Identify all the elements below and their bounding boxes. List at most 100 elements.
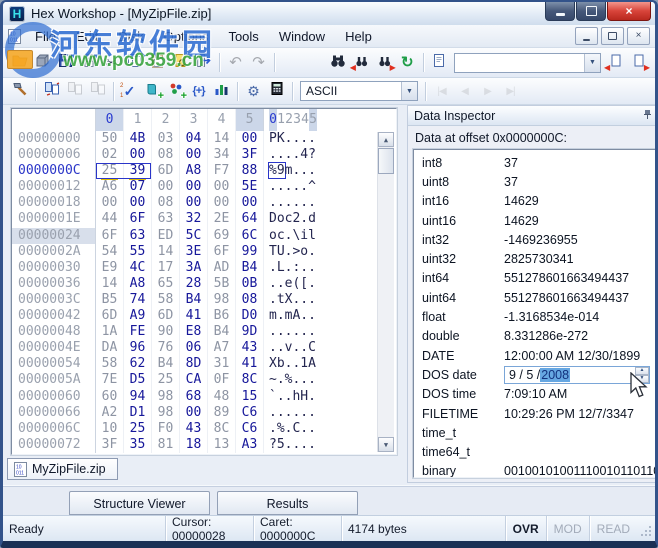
byte-cell[interactable]: 03 [152,131,180,148]
byte-cell[interactable]: 1A [96,324,124,341]
address-cell[interactable]: 0000005A [12,372,96,389]
menu-item-window[interactable]: Window [269,27,335,46]
ascii-cell[interactable]: .....^ [263,179,316,196]
spin-up-button[interactable]: ▲ [635,366,649,375]
find-previous-button[interactable]: ◀ [350,52,373,74]
close-button[interactable]: × [607,2,651,21]
byte-cell[interactable]: 39 [123,163,152,181]
byte-cell[interactable]: D0 [236,308,264,325]
ascii-cell[interactable]: `..hH. [263,388,316,405]
byte-cell[interactable]: 43 [236,340,264,357]
ascii-cell[interactable]: PK.... [263,131,316,148]
compare-button[interactable] [40,80,63,102]
byte-cell[interactable]: 65 [152,275,180,292]
byte-cell[interactable]: 3F [236,147,264,164]
byte-cell[interactable]: E9 [96,259,124,276]
ascii-cell[interactable]: oc.\il [263,227,316,244]
byte-cell[interactable]: 6D [96,308,124,325]
address-cell[interactable]: 0000002A [12,243,96,260]
byte-cell[interactable]: 00 [152,179,180,196]
byte-cell[interactable]: 00 [180,179,208,196]
byte-cell[interactable]: 35 [124,436,152,453]
byte-cell[interactable]: 63 [152,211,180,228]
dos-date-editor[interactable]: 9 / 5 /2008 ▲ ▼ [504,365,650,384]
byte-cell[interactable]: 34 [208,147,236,164]
byte-cell[interactable]: D1 [124,404,152,421]
byte-cell[interactable]: 31 [208,356,236,373]
byte-cell[interactable]: B4 [180,291,208,309]
byte-cell[interactable]: 41 [180,308,208,325]
document-tab[interactable]: 10 011 MyZipFile.zip [7,458,118,481]
byte-cell[interactable]: 02 [96,147,124,164]
ascii-cell[interactable]: Doc2.d [263,211,316,228]
byte-cell[interactable]: 18 [180,436,208,453]
hex-column-header[interactable]: 3 [180,109,208,131]
byte-cell[interactable]: 00 [180,404,208,421]
byte-cell[interactable]: 07 [124,179,152,196]
checksum-button[interactable]: ✓ 2 1 [118,80,141,102]
byte-cell[interactable]: ED [152,227,180,244]
byte-cell[interactable]: 8C [208,420,236,437]
dropdown-arrow-icon[interactable]: ▼ [584,53,600,72]
undo-button[interactable]: ↶ [224,52,247,74]
byte-cell[interactable]: 44 [96,211,124,228]
address-cell[interactable]: 00000072 [12,436,96,453]
ascii-cell[interactable]: ....4? [263,147,316,164]
byte-cell[interactable]: 48 [208,388,236,405]
menu-item-tools[interactable]: Tools [218,27,268,46]
previous-bookmark-button[interactable]: ◀ [604,52,627,74]
color-map-button[interactable]: + [164,80,187,102]
byte-cell[interactable]: 4C [124,259,152,276]
scroll-down-button[interactable]: ▼ [378,437,394,453]
menu-item-help[interactable]: Help [335,27,382,46]
hex-column-header[interactable]: 1 [124,109,152,131]
ascii-cell[interactable]: ?5.... [263,436,316,453]
address-cell[interactable]: 00000018 [12,195,96,212]
options-button[interactable]: ⚙ [242,80,265,102]
address-cell[interactable]: 00000000 [12,131,96,148]
paste-button[interactable] [146,52,169,74]
byte-cell[interactable]: 58 [96,356,124,373]
tab-results[interactable]: Results [217,491,358,515]
byte-cell[interactable]: 89 [208,404,236,421]
statistics-button[interactable] [210,80,233,102]
byte-cell[interactable]: B4 [152,356,180,373]
byte-cell[interactable]: 14 [152,243,180,260]
open-drive-button[interactable] [31,52,54,74]
byte-cell[interactable]: 5C [180,227,208,244]
byte-cell[interactable]: 3F [96,436,124,453]
next-bookmark-button[interactable]: ▶ [627,52,650,74]
byte-cell[interactable]: 10 [96,420,124,437]
ascii-cell[interactable]: ...... [263,324,316,341]
open-button[interactable] [8,52,31,74]
byte-cell[interactable]: 5B [208,275,236,292]
byte-cell[interactable]: 54 [96,243,124,260]
byte-cell[interactable]: 94 [124,388,152,405]
ascii-cell[interactable]: ...... [263,195,316,212]
byte-cell[interactable]: A2 [96,404,124,421]
byte-cell[interactable]: 00 [96,195,124,212]
byte-cell[interactable]: 98 [152,404,180,421]
byte-cell[interactable]: 74 [124,291,152,309]
byte-cell[interactable]: 6F [96,227,124,244]
address-combo[interactable]: ▼ [453,52,601,73]
ascii-cell[interactable]: TU.>o. [263,243,316,260]
address-cell[interactable]: 00000030 [12,259,96,276]
byte-cell[interactable]: 41 [236,356,264,373]
address-cell[interactable]: 00000024 [12,227,96,244]
hex-column-header[interactable]: 0 [96,109,124,131]
byte-cell[interactable]: 04 [180,131,208,148]
byte-cell[interactable]: 98 [208,291,236,309]
byte-cell[interactable]: B4 [208,324,236,341]
byte-cell[interactable]: 25 [96,163,124,181]
ascii-cell[interactable]: Xb..1A [263,356,316,373]
byte-cell[interactable]: B4 [236,259,264,276]
goto-last-button[interactable]: ▶| [499,80,522,102]
ascii-cell[interactable]: .%.C.. [263,420,316,437]
redo-button[interactable]: ↷ [247,52,270,74]
byte-cell[interactable]: 63 [124,227,152,244]
byte-cell[interactable]: 00 [236,195,264,212]
byte-cell[interactable]: A9 [124,308,152,325]
byte-cell[interactable]: 2E [208,211,236,228]
byte-cell[interactable]: 00 [124,195,152,212]
